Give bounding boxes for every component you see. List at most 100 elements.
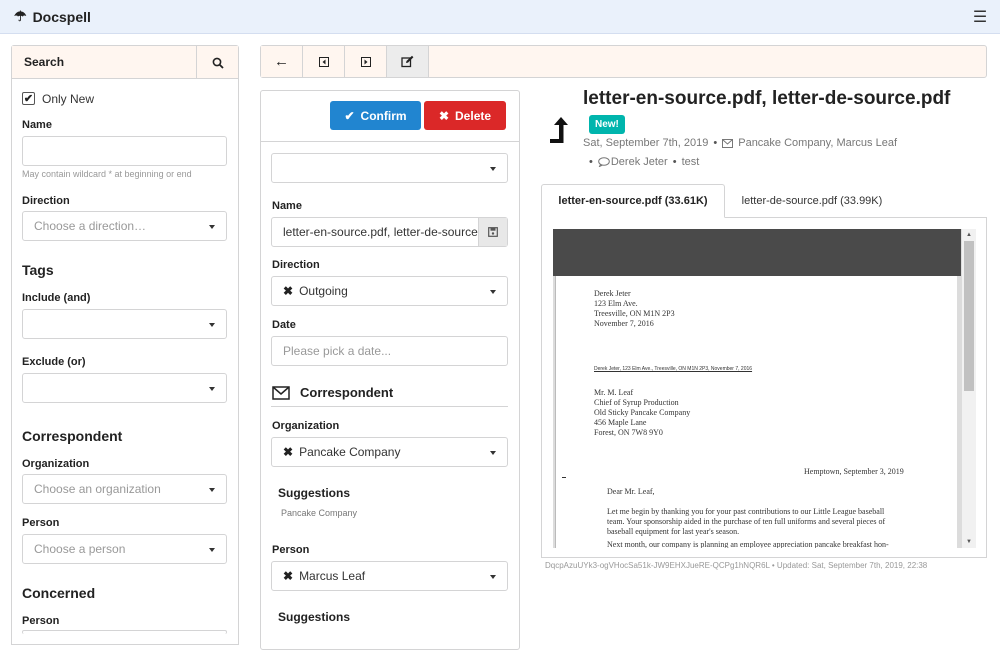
direction-select[interactable]: Choose a direction… bbox=[22, 211, 227, 241]
edit-direction-select[interactable]: ✖ Outgoing bbox=[271, 276, 508, 306]
pdf-viewer[interactable]: Derek Jeter 123 Elm Ave. Treesville, ON … bbox=[553, 229, 976, 548]
edit-direction-label: Direction bbox=[272, 259, 320, 271]
org-suggestion-item[interactable]: Pancake Company bbox=[281, 508, 357, 518]
name-hint: May contain wildcard * at beginning or e… bbox=[22, 169, 192, 179]
outgoing-direction-icon bbox=[548, 115, 570, 148]
person-suggestions-label: Suggestions bbox=[278, 610, 351, 624]
pdf-return-line: Derek Jeter, 123 Elm Ave., Treesville, O… bbox=[594, 366, 753, 372]
previous-item-button[interactable] bbox=[303, 46, 345, 77]
scroll-thumb[interactable] bbox=[964, 241, 974, 391]
item-correspondent: Pancake Company, Marcus Leaf bbox=[738, 137, 897, 149]
pdf-text: Derek Jeter bbox=[594, 289, 631, 298]
organization-placeholder: Choose an organization bbox=[34, 482, 161, 496]
clear-person-icon[interactable]: ✖ bbox=[283, 569, 293, 583]
tags-header: Tags bbox=[22, 262, 54, 278]
only-new-checkbox[interactable]: ✔ bbox=[22, 92, 35, 105]
edit-person-select[interactable]: ✖ Marcus Leaf bbox=[271, 561, 508, 591]
search-name-input[interactable] bbox=[22, 136, 227, 166]
edit-person-label: Person bbox=[272, 544, 310, 556]
confirm-label: Confirm bbox=[360, 108, 407, 123]
next-item-button[interactable] bbox=[345, 46, 387, 77]
concerned-person-label: Person bbox=[22, 615, 60, 627]
org-suggestions-label: Suggestions bbox=[278, 486, 351, 500]
item-concerned: Derek Jeter bbox=[610, 156, 668, 168]
edit-organization-select[interactable]: ✖ Pancake Company bbox=[271, 437, 508, 467]
organization-label: Organization bbox=[22, 458, 90, 470]
organization-select[interactable]: Choose an organization bbox=[22, 474, 227, 504]
edit-name-input[interactable]: letter-en-source.pdf, letter-de-source. bbox=[271, 217, 508, 247]
separator-dot: • bbox=[713, 137, 718, 149]
clear-organization-icon[interactable]: ✖ bbox=[283, 445, 293, 459]
item-title: letter-en-source.pdf, letter-de-source.p… bbox=[583, 88, 951, 109]
search-title: Search bbox=[24, 55, 65, 69]
person-placeholder: Choose a person bbox=[34, 542, 126, 556]
step-forward-icon bbox=[360, 56, 371, 67]
date-placeholder: Please pick a date... bbox=[283, 344, 392, 358]
item-footer: DqcpAzuUYk3-ogVHocSa51k-JW9EHXJueRE-QCPg… bbox=[545, 561, 928, 570]
delete-label: Delete bbox=[455, 108, 492, 123]
search-button[interactable] bbox=[196, 46, 238, 79]
back-button[interactable]: ← bbox=[261, 46, 303, 77]
delete-button[interactable]: ✖ Delete bbox=[424, 101, 506, 130]
exclude-label: Exclude (or) bbox=[22, 356, 86, 368]
clear-direction-icon[interactable]: ✖ bbox=[283, 284, 293, 298]
concerned-person-select[interactable] bbox=[22, 630, 227, 634]
search-icon bbox=[212, 57, 224, 69]
separator-dot: • bbox=[672, 156, 677, 168]
save-name-button[interactable] bbox=[478, 218, 507, 246]
tab-attachment-1[interactable]: letter-en-source.pdf (33.61K) bbox=[541, 184, 725, 218]
pdf-text: team. Your sponsorship aided in the purc… bbox=[607, 517, 886, 526]
direction-placeholder: Choose a direction… bbox=[34, 219, 147, 233]
edit-organization-label: Organization bbox=[272, 420, 340, 432]
pdf-text: Chief of Syrup Production bbox=[594, 398, 679, 407]
edit-divider bbox=[261, 141, 519, 142]
edit-toggle-button[interactable] bbox=[387, 46, 429, 77]
pdf-text: November 7, 2016 bbox=[594, 319, 654, 328]
include-tags-select[interactable] bbox=[22, 309, 227, 339]
pdf-text: 123 Elm Ave. bbox=[594, 299, 638, 308]
include-label: Include (and) bbox=[22, 292, 91, 304]
scroll-up-icon[interactable]: ▲ bbox=[966, 232, 972, 238]
save-icon bbox=[488, 227, 498, 237]
correspondent-divider bbox=[271, 406, 508, 407]
direction-label: Direction bbox=[22, 195, 70, 207]
pdf-fold-mark bbox=[562, 477, 566, 478]
scroll-down-icon[interactable]: ▼ bbox=[966, 539, 972, 545]
comment-icon bbox=[598, 157, 610, 167]
edit-icon bbox=[401, 55, 414, 68]
item-tag: test bbox=[681, 156, 700, 168]
organization-value: Pancake Company bbox=[299, 445, 401, 459]
date-input[interactable]: Please pick a date... bbox=[271, 336, 508, 366]
only-new-label: Only New bbox=[42, 92, 95, 106]
envelope-icon bbox=[722, 138, 734, 148]
brand[interactable]: ☂ Docspell bbox=[14, 8, 91, 25]
tab-attachment-1-label: letter-en-source.pdf (33.61K) bbox=[558, 195, 708, 207]
pdf-text: Next month, our company is planning an e… bbox=[607, 540, 889, 548]
pdf-text: 456 Maple Lane bbox=[594, 418, 647, 427]
top-bar: ☂ Docspell ☰ bbox=[0, 0, 1000, 34]
pdf-page: Derek Jeter 123 Elm Ave. Treesville, ON … bbox=[555, 276, 957, 548]
arrow-left-icon: ← bbox=[274, 53, 289, 70]
item-meta-line2: • Derek Jeter • test bbox=[589, 156, 699, 168]
exclude-tags-select[interactable] bbox=[22, 373, 227, 403]
tags-select[interactable] bbox=[271, 153, 508, 183]
umbrella-icon: ☂ bbox=[14, 8, 27, 24]
pdf-text: Mr. M. Leaf bbox=[594, 388, 634, 397]
menu-icon[interactable]: ☰ bbox=[970, 7, 990, 27]
tab-attachment-2-label: letter-de-source.pdf (33.99K) bbox=[741, 195, 883, 207]
pdf-text: Forest, ON 7W8 9Y0 bbox=[594, 428, 663, 437]
confirm-button[interactable]: ✔ Confirm bbox=[330, 101, 421, 130]
pdf-text: baseball equipment for last year's seaso… bbox=[607, 527, 740, 536]
person-select[interactable]: Choose a person bbox=[22, 534, 227, 564]
item-meta-line1: Sat, September 7th, 2019 • Pancake Compa… bbox=[583, 137, 897, 149]
item-date: Sat, September 7th, 2019 bbox=[583, 137, 709, 149]
pdf-text: Treesville, ON M1N 2P3 bbox=[594, 309, 675, 318]
separator-dot: • bbox=[589, 156, 593, 168]
edit-date-label: Date bbox=[272, 319, 296, 331]
correspondent-header-text: Correspondent bbox=[300, 385, 394, 400]
pdf-text: Let me begin by thanking you for your pa… bbox=[607, 507, 885, 516]
pdf-text: Hemptown, September 3, 2019 bbox=[804, 467, 904, 476]
edit-correspondent-header: Correspondent bbox=[272, 385, 393, 400]
tab-attachment-2[interactable]: letter-de-source.pdf (33.99K) bbox=[727, 184, 897, 218]
pdf-scrollbar[interactable]: ▲ ▼ bbox=[962, 229, 976, 548]
